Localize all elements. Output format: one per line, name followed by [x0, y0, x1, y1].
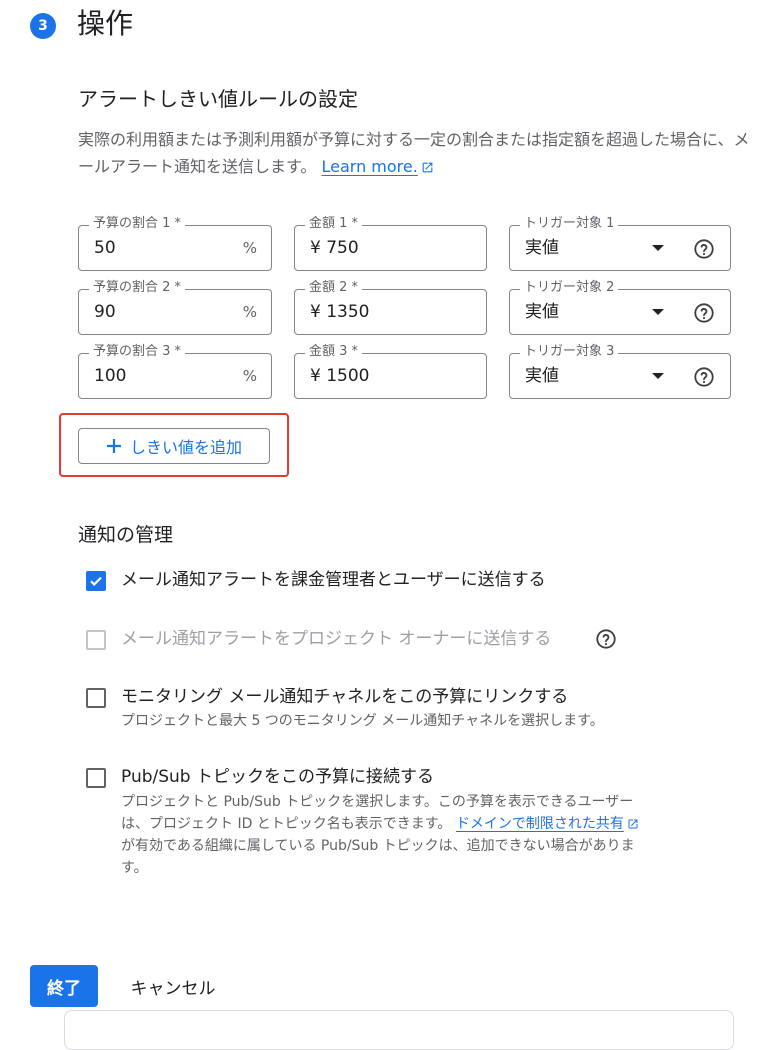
- domain-restricted-sharing-text: ドメインで制限された共有: [455, 816, 624, 832]
- budget-percent-label-2: 予算の割合 2 *: [89, 280, 186, 296]
- option-label-monitoring-channels: モニタリング メール通知チャネルをこの予算にリンクする: [121, 687, 569, 707]
- trigger-select-3[interactable]: トリガー対象 3 実値: [509, 344, 731, 399]
- external-link-icon: [628, 819, 638, 829]
- domain-restricted-sharing-link[interactable]: ドメインで制限された共有: [456, 816, 639, 832]
- pubsub-description-line-2-text: は、プロジェクト ID とトピック名も表示できます。: [121, 816, 452, 832]
- amount-label-1: 金額 1 *: [305, 216, 363, 232]
- amount-label-3: 金額 3 *: [305, 344, 363, 360]
- checkbox-billing-admins[interactable]: [86, 571, 106, 591]
- pubsub-description-line-3: が有効である組織に属している Pub/Sub トピックは、追加できない場合があり…: [121, 838, 635, 854]
- amount-value-1: ¥ 750: [310, 238, 359, 258]
- option-description-monitoring-channels: プロジェクトと最大 5 つのモニタリング メール通知チャネルを選択します。: [121, 713, 604, 729]
- amount-field-3[interactable]: 金額 3 * ¥ 1500: [294, 344, 487, 399]
- trigger-value-3: 実値: [525, 366, 559, 386]
- amount-value-3: ¥ 1500: [310, 366, 370, 386]
- help-icon[interactable]: [693, 302, 715, 324]
- pubsub-description-line-4: す。: [121, 860, 148, 876]
- trigger-select-2[interactable]: トリガー対象 2 実値: [509, 280, 731, 335]
- amount-field-2[interactable]: 金額 2 * ¥ 1350: [294, 280, 487, 335]
- step-title: 操作: [77, 7, 134, 40]
- next-section-panel: [64, 1010, 734, 1050]
- add-threshold-button[interactable]: しきい値を追加: [78, 428, 270, 464]
- pubsub-description-line-2: は、プロジェクト ID とトピック名も表示できます。 ドメインで制限された共有: [121, 813, 721, 835]
- budget-percent-value-3: 100: [94, 366, 127, 386]
- trigger-value-1: 実値: [525, 238, 559, 258]
- dropdown-arrow-icon: [652, 309, 664, 315]
- dropdown-arrow-icon: [652, 245, 664, 251]
- amount-label-2: 金額 2 *: [305, 280, 363, 296]
- budget-percent-field-2[interactable]: 予算の割合 2 * 90 %: [78, 280, 272, 335]
- trigger-label-3: トリガー対象 3: [520, 344, 619, 360]
- plus-icon: [106, 439, 121, 453]
- alert-rules-description: 実際の利用額または予測利用額が予算に対する一定の割合または指定額を超過した場合に…: [78, 126, 754, 180]
- trigger-select-1[interactable]: トリガー対象 1 実値: [509, 216, 731, 271]
- checkbox-monitoring-channels[interactable]: [86, 688, 106, 708]
- option-label-pubsub-topic: Pub/Sub トピックをこの予算に接続する: [121, 767, 435, 787]
- budget-percent-field-3[interactable]: 予算の割合 3 * 100 %: [78, 344, 272, 399]
- alert-rules-title: アラートしきい値ルールの設定: [78, 87, 358, 111]
- cancel-button[interactable]: キャンセル: [116, 965, 230, 1007]
- step-number-badge: 3: [30, 13, 56, 39]
- trigger-label-1: トリガー対象 1: [520, 216, 619, 232]
- learn-more-text: Learn more.: [321, 157, 418, 176]
- checkmark-icon: [90, 576, 102, 586]
- checkbox-pubsub-topic[interactable]: [86, 768, 106, 788]
- budget-percent-label-1: 予算の割合 1 *: [89, 216, 186, 232]
- trigger-value-2: 実値: [525, 302, 559, 322]
- percent-suffix-1: %: [242, 239, 257, 257]
- learn-more-link[interactable]: Learn more.: [322, 157, 434, 176]
- amount-field-1[interactable]: 金額 1 * ¥ 750: [294, 216, 487, 271]
- percent-suffix-3: %: [242, 367, 257, 385]
- help-icon[interactable]: [693, 238, 715, 260]
- help-icon[interactable]: [595, 628, 617, 650]
- option-label-project-owners: メール通知アラートをプロジェクト オーナーに送信する: [121, 629, 552, 649]
- budget-percent-value-1: 50: [94, 238, 116, 258]
- dropdown-arrow-icon: [652, 373, 664, 379]
- option-description-pubsub-topic: プロジェクトと Pub/Sub トピックを選択します。この予算を表示できるユーザ…: [121, 791, 721, 879]
- percent-suffix-2: %: [242, 303, 257, 321]
- trigger-label-2: トリガー対象 2: [520, 280, 619, 296]
- add-threshold-label: しきい値を追加: [129, 438, 242, 457]
- amount-value-2: ¥ 1350: [310, 302, 370, 322]
- done-button[interactable]: 終了: [30, 965, 98, 1007]
- budget-percent-label-3: 予算の割合 3 *: [89, 344, 186, 360]
- checkbox-project-owners[interactable]: [86, 630, 106, 650]
- pubsub-description-line-1: プロジェクトと Pub/Sub トピックを選択します。この予算を表示できるユーザ…: [121, 794, 634, 810]
- help-icon[interactable]: [693, 366, 715, 388]
- budget-percent-value-2: 90: [94, 302, 116, 322]
- option-label-billing-admins: メール通知アラートを課金管理者とユーザーに送信する: [121, 570, 546, 590]
- notifications-title: 通知の管理: [78, 524, 174, 546]
- external-link-icon: [422, 162, 433, 173]
- budget-percent-field-1[interactable]: 予算の割合 1 * 50 %: [78, 216, 272, 271]
